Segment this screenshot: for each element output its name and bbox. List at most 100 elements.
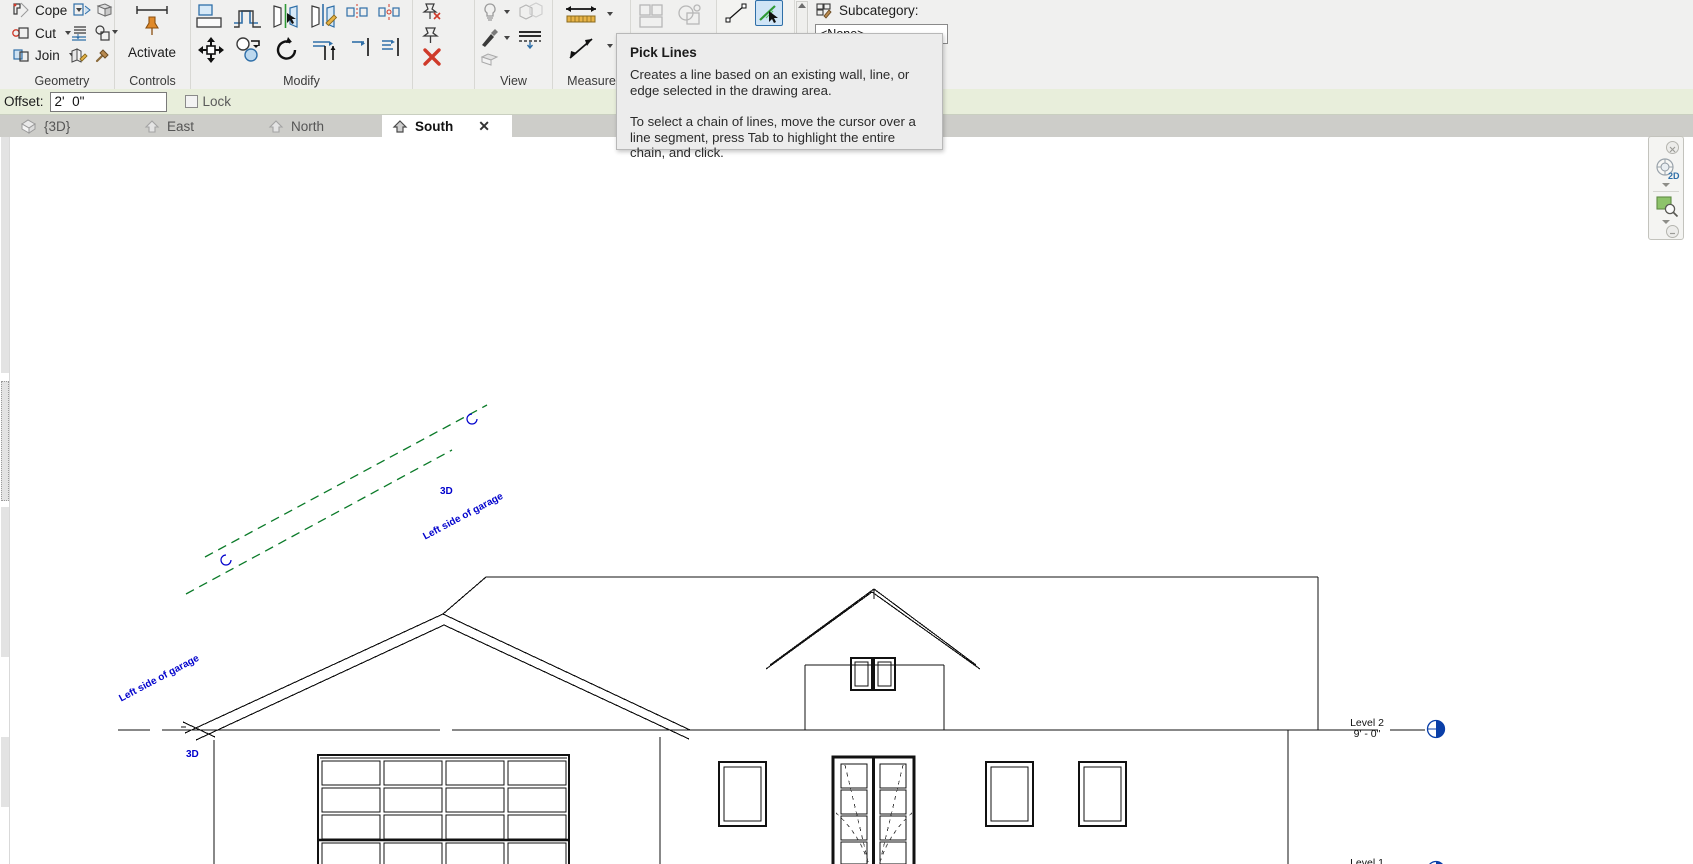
edit-wall-joins-button[interactable] [68,45,90,67]
section-tag-lower[interactable]: 3D [186,749,199,760]
scroll-up-icon[interactable] [798,3,806,8]
pin-icon [422,27,439,43]
paintbrush-icon [482,29,498,47]
linework-icon [519,31,541,49]
pick-lines-button[interactable] [755,0,783,26]
remove-hidden-lines-button[interactable] [477,50,507,70]
activate-label: Activate [127,45,177,60]
create-similar-button[interactable] [635,0,669,32]
create-group-icon [678,4,701,25]
trim-single-button[interactable] [349,34,373,60]
view-tab-east[interactable]: East [134,115,258,137]
cope-apply-button[interactable] [72,0,92,20]
offset-button[interactable] [231,0,265,33]
garage-door-panels [321,760,567,864]
activate-button[interactable]: Activate [123,1,181,60]
level-1-label-group[interactable]: Level 1 0' - 0" [1332,858,1402,864]
zoom-button[interactable] [1655,195,1679,222]
linework-button[interactable] [515,26,545,50]
pin-button[interactable] [419,24,445,46]
drawing-canvas[interactable]: Level 2 9' - 0" Level 1 0' - 0" 3D Left … [0,137,1693,864]
view-tab-south[interactable]: South ✕ [382,115,512,137]
measure-along-element-button[interactable] [563,32,603,64]
panel-title-modify: Modify [283,74,320,88]
elevation-icon [268,119,284,133]
delete-button[interactable] [419,46,445,68]
split-element-icon [346,4,368,20]
split-with-gap-icon [378,4,400,20]
offset-label: Offset: [4,94,44,109]
cut-profile-button[interactable] [92,22,118,44]
window-far-right [1078,761,1127,827]
close-icon[interactable]: ✕ [478,118,490,135]
draw-line-button[interactable] [723,0,751,26]
mirror-pick-axis-button[interactable] [269,0,303,33]
cope-apply-icon [72,2,91,16]
rotate-icon [276,36,297,60]
zoom-dropdown-icon[interactable] [1662,220,1670,224]
cut-button[interactable]: Cut [12,25,72,41]
align-button[interactable] [193,0,227,33]
mirror-draw-axis-icon [311,3,338,28]
hide-elements-button[interactable] [515,0,545,24]
subcategory-row: Subcategory: [815,2,919,19]
steering-wheel-button[interactable]: 2D [1654,157,1680,186]
paint-button[interactable] [477,26,503,50]
lock-checkbox-group[interactable]: Lock [184,94,231,109]
lock-checkbox[interactable] [184,95,198,108]
trim-single-icon [352,38,369,56]
measure-tape-icon [566,6,596,23]
trim-multiple-button[interactable] [379,34,403,60]
move-icon [198,36,224,63]
cut-icon [12,27,29,39]
offset-input[interactable] [49,91,167,112]
navbar-close-icon[interactable] [1666,141,1679,154]
chevron-down-icon[interactable] [607,12,613,16]
split-face-button[interactable] [94,0,114,20]
create-similar-icon [639,4,663,28]
navbar-collapse-icon[interactable] [1666,225,1679,238]
hide-boxes-icon [519,2,543,20]
offset-icon [234,9,261,28]
trim-extend-button[interactable] [309,34,345,65]
ribbon-left-edge [0,0,10,89]
chevron-down-icon[interactable] [607,44,613,48]
copy-button[interactable] [233,34,265,65]
activate-pin-icon [136,6,168,35]
measure-between-references-button[interactable] [561,1,603,31]
steering-wheel-dropdown-icon[interactable] [1662,183,1670,187]
attach-top-base-button[interactable] [68,22,90,44]
reveal-hidden-elements-button[interactable] [477,0,503,24]
tooltip-paragraph-2: To select a chain of lines, move the cur… [630,114,916,160]
join-button[interactable]: Join [12,47,75,63]
view-tab-north[interactable]: North [258,115,382,137]
mirror-draw-axis-button[interactable] [307,0,341,33]
measure-diagonal-icon [569,38,593,59]
cut-label: Cut [35,25,57,41]
cope-icon [13,2,29,18]
ribbon-panel-modify: Modify [191,0,413,89]
lightbulb-icon [484,3,496,21]
move-button[interactable] [195,34,227,65]
tabbar-left-edge [0,115,10,137]
view-tab-3d[interactable]: {3D} [10,115,134,137]
rotate-button[interactable] [271,34,303,65]
remove-hidden-lines-icon [480,53,499,66]
section-tag-upper[interactable]: 3D [440,486,453,497]
zoom-region-icon [1656,196,1679,218]
demolish-button[interactable] [92,45,114,67]
chevron-down-icon[interactable] [504,10,510,14]
view-tab-label: South [415,118,454,134]
level-2-label-group[interactable]: Level 2 9' - 0" [1332,718,1402,740]
view-3d-icon [21,119,36,134]
window-left [718,761,767,827]
split-with-gap-button[interactable] [377,2,401,22]
tooltip-paragraph-1: Creates a line based on an existing wall… [630,67,910,98]
join-label: Join [35,47,60,63]
chevron-down-icon[interactable] [504,36,510,40]
create-group-button[interactable] [673,0,707,32]
view-tab-label: North [291,118,325,134]
split-element-button[interactable] [345,2,369,22]
elevation-icon [144,119,160,133]
unpin-button[interactable] [419,0,445,22]
